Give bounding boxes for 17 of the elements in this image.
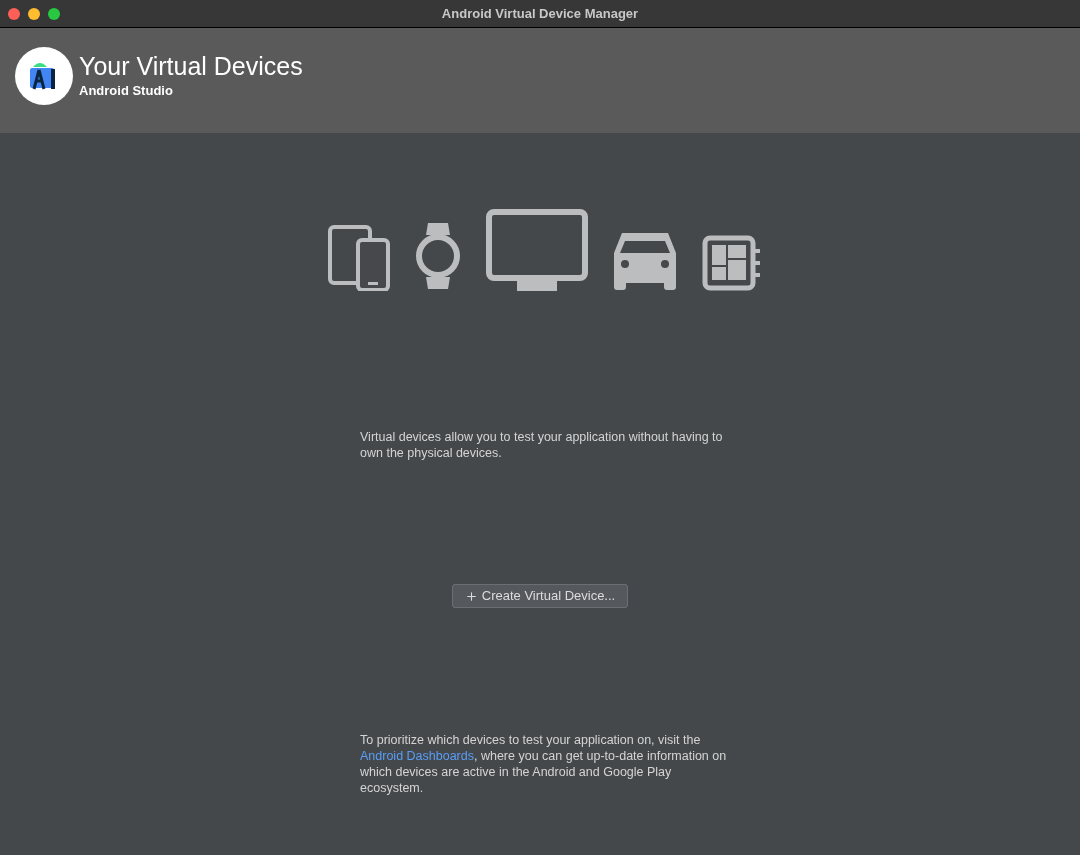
car-icon <box>612 231 678 291</box>
android-dashboards-link[interactable]: Android Dashboards <box>360 749 474 763</box>
header-title: Your Virtual Devices <box>79 51 303 82</box>
plus-icon <box>464 589 478 603</box>
window-title: Android Virtual Device Manager <box>441 4 639 23</box>
description-text: Virtual devices allow you to test your application without having to own the physical devices. <box>360 429 724 461</box>
header-subtitle: Android Studio <box>79 82 174 101</box>
android-studio-logo-icon <box>15 47 73 105</box>
tv-icon <box>486 209 588 291</box>
footer-text: To prioritize which devices to test your application on, visit the Android Dashboards, where you can get up-to-date information on which devices are active in the Android and Google Play ecosystem. <box>360 732 728 796</box>
create-virtual-device-button[interactable]: Create Virtual Device... <box>451 584 629 608</box>
close-icon[interactable] <box>8 8 20 20</box>
maximize-icon[interactable] <box>48 8 60 20</box>
minimize-icon[interactable] <box>28 8 40 20</box>
phone-and-tablet-icon <box>328 225 390 291</box>
board-icon <box>702 235 762 291</box>
watch-icon <box>414 221 462 291</box>
